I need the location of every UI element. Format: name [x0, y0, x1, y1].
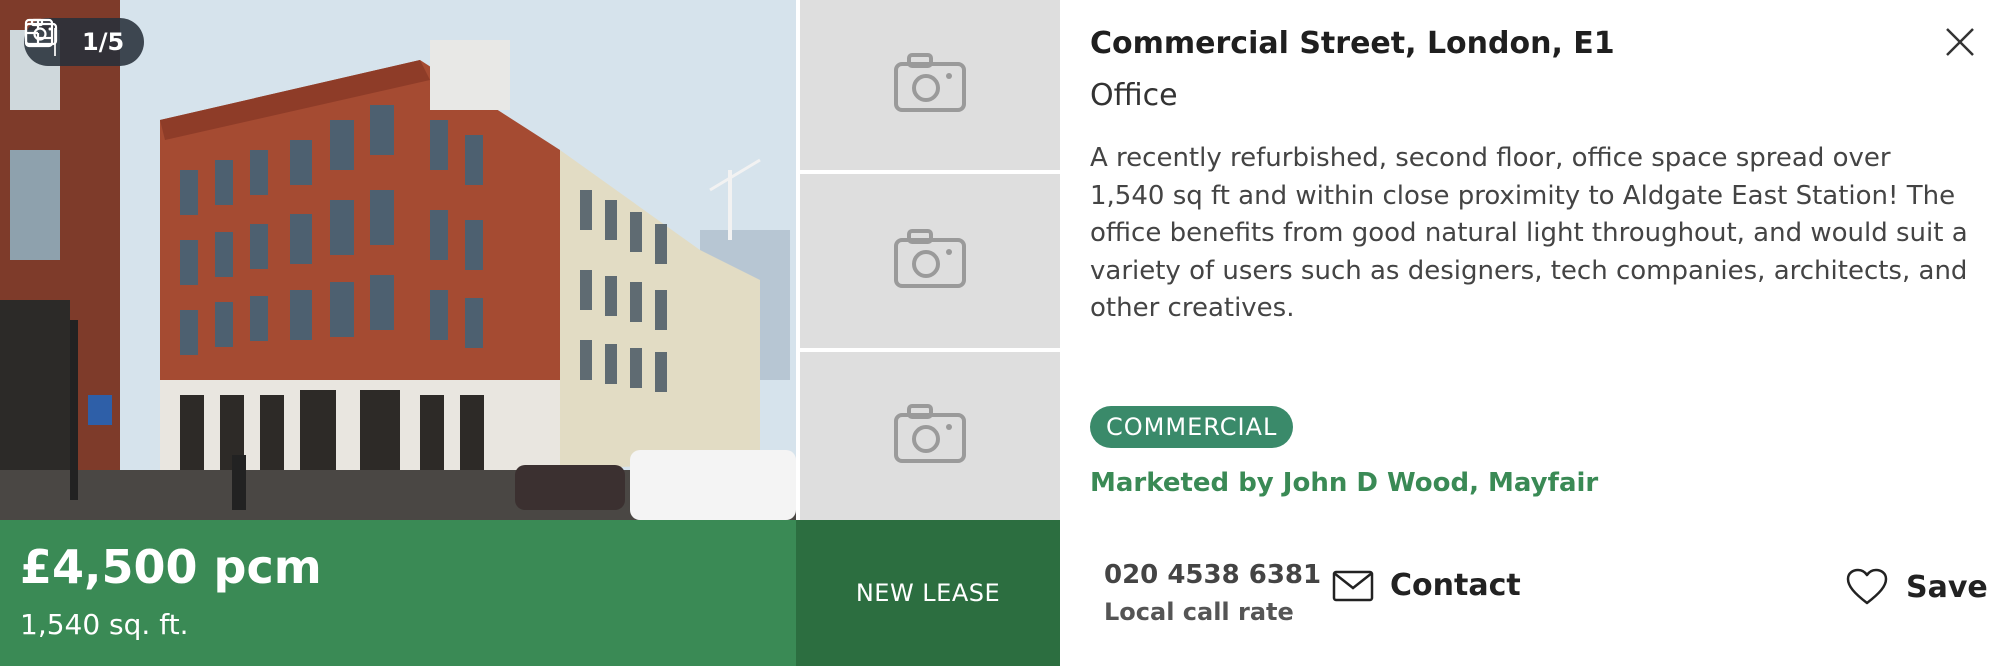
heart-icon [1846, 568, 1888, 606]
camera-icon [893, 403, 967, 469]
save-label: Save [1906, 569, 1988, 605]
agent-link[interactable]: Marketed by John D Wood, Mayfair [1090, 468, 1598, 498]
listing-description: A recently refurbished, second floor, of… [1090, 143, 1968, 323]
listing-details: Commercial Street, London, E1 Office A r… [1060, 0, 2008, 666]
camera-icon [893, 228, 967, 294]
floor-area: 1,540 sq. ft. [20, 608, 189, 641]
camera-icon [893, 52, 967, 118]
gallery-overlay: 1/5 [24, 18, 145, 66]
contact-button[interactable]: Contact [1332, 568, 1521, 603]
price-bar: £4,500 pcm 1,540 sq. ft. [0, 520, 796, 666]
photo-counter: 1/5 [82, 28, 125, 56]
thumbnail-placeholder[interactable] [800, 352, 1060, 520]
category-badge: COMMERCIAL [1090, 406, 1294, 448]
price: £4,500 pcm [20, 540, 322, 594]
agent-phone[interactable]: 020 4538 6381 [1104, 560, 1321, 590]
contact-label: Contact [1390, 568, 1521, 603]
property-type: Office [1090, 78, 1178, 113]
property-card: 1/5 £4,500 pcm 1,540 sq. ft. NEW LEASE C… [0, 0, 2008, 666]
thumbnail-placeholder[interactable] [800, 174, 1060, 348]
save-button[interactable]: Save [1846, 568, 1988, 606]
mail-icon [1332, 570, 1374, 602]
main-photo[interactable]: 1/5 [0, 0, 796, 520]
close-icon [1945, 27, 1975, 61]
thumbnail-placeholder[interactable] [800, 0, 1060, 170]
listing-address[interactable]: Commercial Street, London, E1 [1090, 26, 1615, 61]
thumbnail-column [800, 0, 1060, 520]
lease-type-label: NEW LEASE [796, 520, 1060, 666]
close-button[interactable] [1940, 24, 1980, 64]
building-photo-image [0, 0, 796, 520]
phone-note: Local call rate [1104, 598, 1294, 626]
